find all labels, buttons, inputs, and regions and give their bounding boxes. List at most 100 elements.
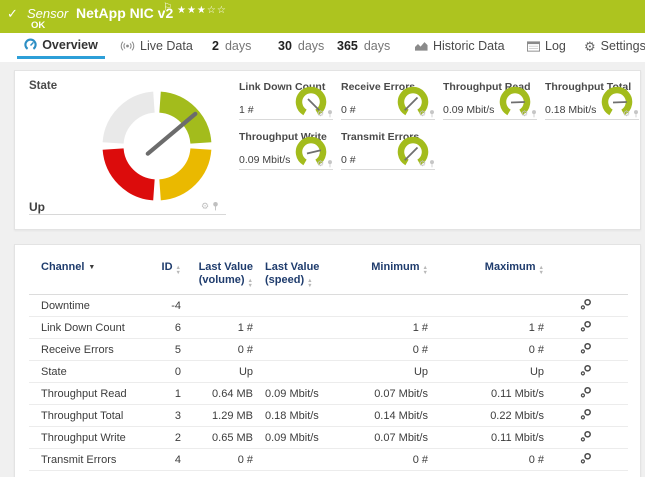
tab-settings[interactable]: ⚙ Settings — [584, 33, 645, 59]
channel-last-value-speed — [253, 339, 357, 361]
gauge-value: 1 # — [239, 104, 254, 116]
channel-settings-button[interactable] — [580, 386, 592, 401]
channel-last-value-volume: 1.29 MB — [181, 405, 253, 427]
channel-last-value-speed — [253, 317, 357, 339]
channel-last-value-volume: 1 # — [181, 317, 253, 339]
channel-settings-button[interactable] — [580, 430, 592, 445]
sort-icon: ▲▼ — [423, 266, 428, 275]
channel-maximum: 0 # — [428, 339, 544, 361]
channel-id: 1 — [137, 383, 181, 405]
column-header-maximum[interactable]: Maximum▲▼ — [428, 259, 544, 295]
log-icon — [527, 41, 540, 52]
pin-icon[interactable] — [212, 202, 219, 211]
channel-row: Throughput Total 3 1.29 MB 0.18 Mbit/s 0… — [29, 405, 628, 427]
column-header-last-value-speed[interactable]: Last Value (speed)▲▼ — [253, 259, 357, 295]
channel-minimum: 0.14 Mbit/s — [357, 405, 428, 427]
channel-minimum: 0 # — [357, 449, 428, 471]
content-area: State Up ⚙ Link Down Count — [0, 62, 645, 477]
channel-row: Throughput Read 1 0.64 MB 0.09 Mbit/s 0.… — [29, 383, 628, 405]
channel-row: State 0 Up Up Up — [29, 361, 628, 383]
tab-label: Historic Data — [433, 39, 505, 53]
channel-name: Throughput Total — [29, 405, 137, 427]
channel-settings-icon — [580, 408, 592, 420]
channel-id: 5 — [137, 339, 181, 361]
channel-settings-button[interactable] — [580, 364, 592, 379]
channel-maximum: 0.11 Mbit/s — [428, 383, 544, 405]
gauges-panel: State Up ⚙ Link Down Count — [14, 70, 641, 230]
channel-last-value-speed — [253, 361, 357, 383]
sort-icon: ▲▼ — [307, 279, 312, 288]
column-header-minimum[interactable]: Minimum▲▼ — [357, 259, 428, 295]
channel-settings-icon — [580, 342, 592, 354]
column-header-last-value-volume[interactable]: Last Value (volume)▲▼ — [181, 259, 253, 295]
channel-minimum: 0 # — [357, 339, 428, 361]
gear-icon[interactable]: ⚙ — [419, 110, 426, 118]
table-header-row: Channel▼ ID▲▼ Last Value (volume)▲▼ Last… — [29, 259, 628, 295]
pin-icon[interactable] — [531, 110, 537, 118]
gauge-value: 0 # — [341, 154, 356, 166]
channel-maximum: 1 # — [428, 317, 544, 339]
priority-flag-icon[interactable]: ⚐ — [163, 2, 172, 13]
channel-settings-icon — [580, 364, 592, 376]
channel-settings-button[interactable] — [580, 320, 592, 335]
channel-id: 4 — [137, 449, 181, 471]
channel-name: Throughput Read — [29, 383, 137, 405]
channel-settings-button[interactable] — [580, 452, 592, 467]
sensor-header: ✓ Sensor NetApp NIC v2 ⚐ ★★★☆☆ OK — [0, 0, 645, 33]
tab-historic-data[interactable]: Historic Data — [415, 33, 505, 59]
pin-icon[interactable] — [327, 160, 333, 168]
channel-last-value-volume: 0.65 MB — [181, 427, 253, 449]
gauge-value: 0.09 Mbit/s — [443, 104, 494, 116]
channel-id: -4 — [137, 295, 181, 317]
tab-2-days[interactable]: 2days — [212, 33, 251, 59]
tab-log[interactable]: Log — [527, 33, 566, 59]
channel-name: State — [29, 361, 137, 383]
channel-settings-icon — [580, 320, 592, 332]
channel-last-value-volume: Up — [181, 361, 253, 383]
gear-icon[interactable]: ⚙ — [317, 160, 324, 168]
channel-maximum: 0.22 Mbit/s — [428, 405, 544, 427]
tab-365-days[interactable]: 365days — [337, 33, 390, 59]
tab-30-days[interactable]: 30days — [278, 33, 324, 59]
gauge-tile: Receive Errors 0 # ⚙ — [341, 81, 435, 120]
channel-settings-icon — [580, 298, 592, 310]
channel-maximum — [428, 295, 544, 317]
column-header-channel[interactable]: Channel▼ — [29, 259, 137, 295]
channels-panel: Channel▼ ID▲▼ Last Value (volume)▲▼ Last… — [14, 244, 641, 477]
channel-row: Downtime -4 — [29, 295, 628, 317]
column-header-id[interactable]: ID▲▼ — [137, 259, 181, 295]
channel-minimum: 0.07 Mbit/s — [357, 383, 428, 405]
gear-icon[interactable]: ⚙ — [521, 110, 528, 118]
channel-id: 3 — [137, 405, 181, 427]
gear-icon[interactable]: ⚙ — [623, 110, 630, 118]
gauge-tile: Link Down Count 1 # ⚙ — [239, 81, 333, 120]
channel-name: Transmit Errors — [29, 449, 137, 471]
pin-icon[interactable] — [327, 110, 333, 118]
channel-last-value-speed: 0.18 Mbit/s — [253, 405, 357, 427]
channel-maximum: Up — [428, 361, 544, 383]
channel-id: 6 — [137, 317, 181, 339]
gear-icon[interactable]: ⚙ — [201, 202, 209, 211]
channel-minimum: 0.07 Mbit/s — [357, 427, 428, 449]
state-gauge-needle — [148, 114, 196, 154]
sort-desc-icon: ▼ — [88, 264, 95, 271]
pin-icon[interactable] — [633, 110, 639, 118]
area-chart-icon — [415, 41, 428, 52]
channel-settings-button[interactable] — [580, 342, 592, 357]
channel-settings-button[interactable] — [580, 298, 592, 313]
tab-overview[interactable]: Overview — [17, 33, 105, 59]
pin-icon[interactable] — [429, 160, 435, 168]
channel-row: Transmit Errors 4 0 # 0 # 0 # — [29, 449, 628, 471]
channel-minimum: Up — [357, 361, 428, 383]
channel-name: Receive Errors — [29, 339, 137, 361]
gauge-value: 0 # — [341, 104, 356, 116]
gear-icon[interactable]: ⚙ — [419, 160, 426, 168]
gauge-value: 0.18 Mbit/s — [545, 104, 596, 116]
pin-icon[interactable] — [429, 110, 435, 118]
tab-live-data[interactable]: Live Data — [120, 33, 193, 59]
channel-settings-button[interactable] — [580, 408, 592, 423]
status-ok-check-icon: ✓ — [7, 6, 18, 22]
priority-stars[interactable]: ★★★☆☆ — [177, 5, 227, 16]
gauge-tiles-grid: Link Down Count 1 # ⚙ Receive Err — [239, 81, 639, 170]
gear-icon[interactable]: ⚙ — [317, 110, 324, 118]
